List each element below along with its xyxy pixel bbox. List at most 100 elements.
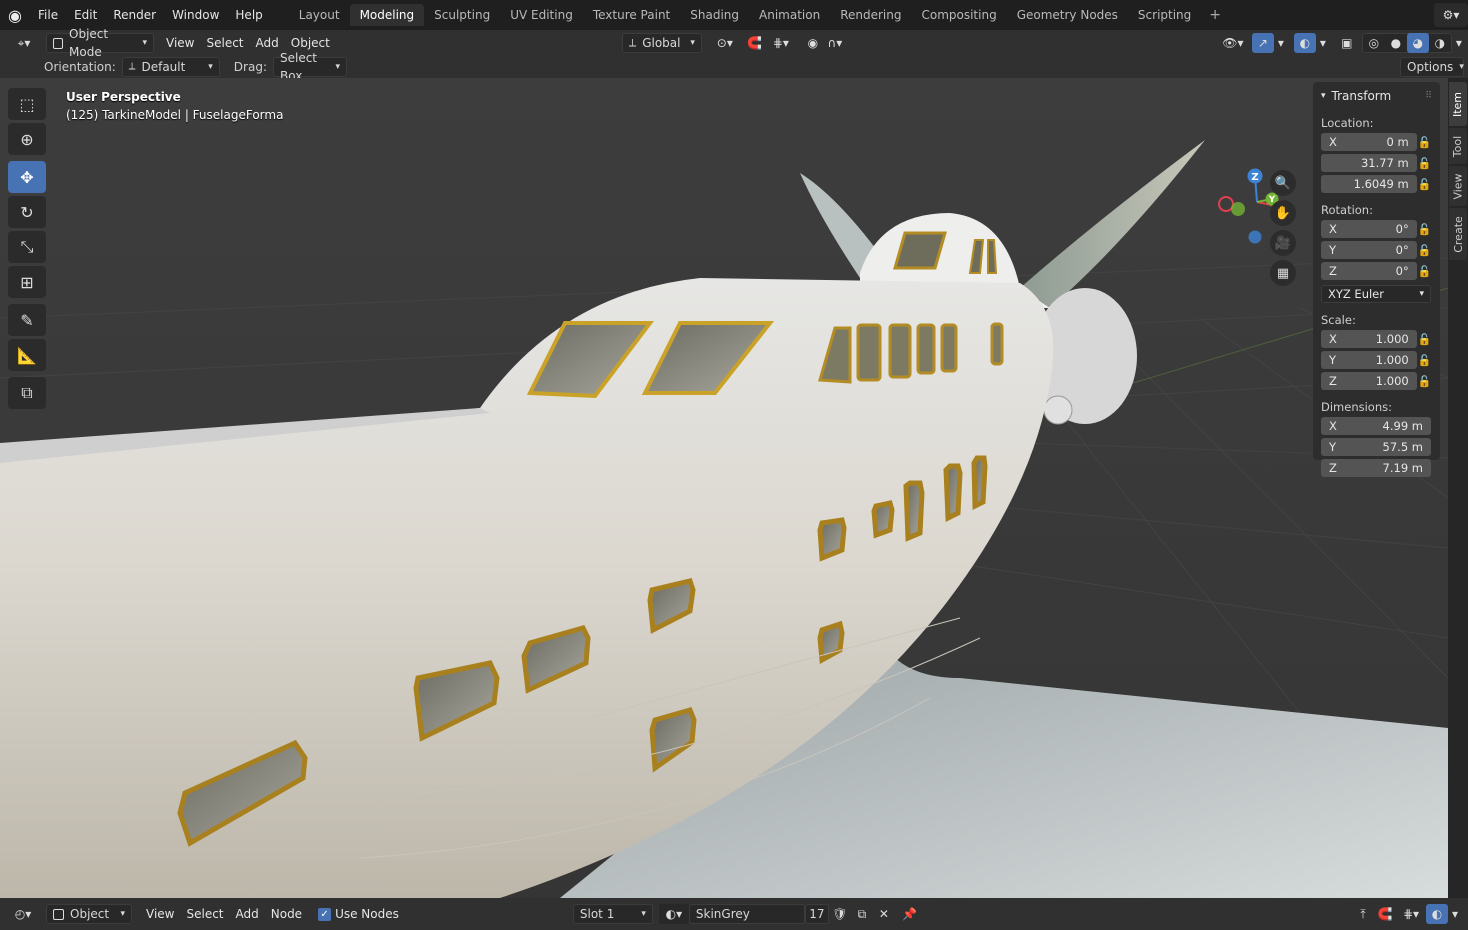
gizmo-neg-y[interactable]	[1231, 202, 1245, 216]
location-y-field[interactable]: 31.77 m	[1321, 154, 1417, 172]
location-x-field[interactable]: X0 m	[1321, 133, 1417, 151]
editor-type-icon[interactable]: ◴▾	[8, 904, 38, 924]
pan-hand-icon[interactable]: ✋	[1270, 200, 1296, 226]
scale-y-field[interactable]: Y 1.000	[1321, 351, 1417, 369]
options-dropdown[interactable]: Options ▾	[1400, 57, 1464, 77]
scene-selector-icon[interactable]: ⚙▾	[1434, 3, 1468, 27]
proportional-edit-icon[interactable]: ◉	[802, 33, 824, 53]
annotate-icon[interactable]: ✎	[8, 304, 46, 336]
tab-rendering[interactable]: Rendering	[830, 4, 911, 26]
unlink-material-icon[interactable]: ✕	[873, 904, 895, 924]
solid-shading-icon[interactable]: ●	[1385, 33, 1407, 53]
wireframe-shading-icon[interactable]: ◎	[1363, 33, 1385, 53]
shader-type-dropdown[interactable]: Object ▾	[46, 904, 132, 924]
rendered-shading-icon[interactable]: ◑	[1429, 33, 1451, 53]
mode-dropdown[interactable]: Object Mode ▾	[46, 27, 154, 59]
tab-tool[interactable]: Tool	[1449, 128, 1467, 164]
snap-icon[interactable]: 🧲	[1374, 904, 1396, 924]
tab-shading[interactable]: Shading	[680, 4, 749, 26]
add-workspace-icon[interactable]: +	[1201, 7, 1229, 23]
rotate-icon[interactable]: ↻	[8, 196, 46, 228]
ortho-toggle-icon[interactable]: ▦	[1270, 260, 1296, 286]
view-menu[interactable]: View	[140, 904, 180, 924]
material-browse-icon[interactable]: ◐▾	[658, 904, 689, 924]
parent-node-tree-icon[interactable]: ⤒	[1352, 904, 1374, 924]
menu-window[interactable]: Window	[164, 4, 227, 26]
move-icon[interactable]: ✥	[8, 161, 46, 193]
duplicate-material-icon[interactable]: ⧉	[851, 904, 873, 924]
scale-z-field[interactable]: Z 1.000	[1321, 372, 1417, 390]
node-menu[interactable]: Node	[265, 904, 308, 924]
tab-animation[interactable]: Animation	[749, 4, 830, 26]
shading-dropdown-icon[interactable]: ▾	[1452, 33, 1466, 53]
lock-icon[interactable]: 🔓	[1417, 375, 1432, 388]
use-nodes-toggle[interactable]: ✓ Use Nodes	[312, 904, 405, 924]
tab-scripting[interactable]: Scripting	[1128, 4, 1201, 26]
material-preview-icon[interactable]: ◕	[1406, 33, 1429, 53]
menu-help[interactable]: Help	[227, 4, 270, 26]
transform-orientation-dropdown[interactable]: ⟂ Global ▾	[621, 33, 702, 53]
pin-icon[interactable]: 📌	[899, 904, 921, 924]
dimensions-y-field[interactable]: Y 57.5 m	[1321, 438, 1431, 456]
location-z-field[interactable]: 1.6049 m	[1321, 175, 1417, 193]
select-box-icon[interactable]: ⬚	[8, 88, 46, 120]
lock-icon[interactable]: 🔓	[1417, 354, 1432, 367]
overlay-dropdown-icon[interactable]: ▾	[1448, 904, 1462, 924]
dimensions-z-field[interactable]: Z 7.19 m	[1321, 459, 1431, 477]
camera-view-icon[interactable]: 🎥	[1270, 230, 1296, 256]
drag-grip-icon[interactable]: ⠿	[1425, 91, 1432, 101]
gizmo-neg-x[interactable]	[1218, 196, 1234, 212]
menu-render[interactable]: Render	[105, 4, 164, 26]
3d-viewport[interactable]: User Perspective (125) TarkineModel | Fu…	[0, 78, 1448, 898]
menu-file[interactable]: File	[30, 4, 66, 26]
lock-icon[interactable]: 🔓	[1417, 244, 1432, 257]
lock-icon[interactable]: 🔓	[1417, 157, 1432, 170]
tab-compositing[interactable]: Compositing	[911, 4, 1006, 26]
scale-icon[interactable]: ⤡	[8, 231, 46, 263]
rotation-x-field[interactable]: X 0°	[1321, 220, 1417, 238]
measure-icon[interactable]: 📐	[8, 339, 46, 371]
view-menu[interactable]: View	[160, 33, 200, 53]
tab-modeling[interactable]: Modeling	[349, 4, 425, 26]
gizmo-neg-z[interactable]	[1248, 230, 1262, 244]
tab-geometry-nodes[interactable]: Geometry Nodes	[1007, 4, 1128, 26]
scale-x-field[interactable]: X 1.000	[1321, 330, 1417, 348]
rotation-mode-dropdown[interactable]: XYZ Euler ▾	[1321, 285, 1431, 303]
gizmo-toggle-icon[interactable]: ↗	[1251, 33, 1274, 53]
lock-icon[interactable]: 🔓	[1417, 136, 1432, 149]
zoom-icon[interactable]: 🔍	[1270, 170, 1296, 196]
overlay-toggle-icon[interactable]: ◐	[1426, 904, 1448, 924]
lock-icon[interactable]: 🔓	[1417, 333, 1432, 346]
add-menu[interactable]: Add	[230, 904, 265, 924]
proportional-falloff-icon[interactable]: ∩▾	[824, 33, 846, 53]
xray-toggle-icon[interactable]: ▣	[1336, 33, 1358, 53]
editor-type-icon[interactable]: ⌖▾	[8, 33, 40, 53]
select-menu[interactable]: Select	[200, 33, 249, 53]
gizmo-dropdown-icon[interactable]: ▾	[1274, 33, 1288, 53]
lock-icon[interactable]: 🔓	[1417, 265, 1432, 278]
lock-icon[interactable]: 🔓	[1417, 223, 1432, 236]
rotation-z-field[interactable]: Z 0°	[1321, 262, 1417, 280]
tab-create[interactable]: Create	[1449, 208, 1467, 260]
overlay-dropdown-icon[interactable]: ▾	[1316, 33, 1330, 53]
fake-user-shield-icon[interactable]: 🛡	[829, 904, 851, 924]
select-menu[interactable]: Select	[180, 904, 229, 924]
drag-dropdown[interactable]: Select Box ▾	[272, 51, 347, 83]
lock-icon[interactable]: 🔓	[1417, 178, 1432, 191]
tab-item[interactable]: Item	[1449, 82, 1467, 126]
transform-panel-header[interactable]: ▾ Transform ⠿	[1321, 86, 1432, 106]
visibility-icon[interactable]: 👁▾	[1218, 33, 1248, 53]
blender-logo-icon[interactable]: ◉	[0, 0, 30, 30]
add-cube-icon[interactable]: ⧉	[8, 377, 46, 409]
pivot-point-icon[interactable]: ⊙▾	[710, 33, 740, 53]
tab-layout[interactable]: Layout	[289, 4, 350, 26]
material-name-field[interactable]: SkinGrey	[688, 904, 805, 924]
snap-icon[interactable]: 🧲	[744, 33, 766, 53]
orientation-dropdown[interactable]: ⟂ Default ▾	[121, 57, 220, 77]
snap-target-icon[interactable]: ⋕▾	[766, 33, 796, 53]
material-users-count[interactable]: 17	[804, 904, 829, 924]
dimensions-x-field[interactable]: X 4.99 m	[1321, 417, 1431, 435]
transform-icon[interactable]: ⊞	[8, 266, 46, 298]
tab-texture-paint[interactable]: Texture Paint	[583, 4, 680, 26]
menu-edit[interactable]: Edit	[66, 4, 105, 26]
